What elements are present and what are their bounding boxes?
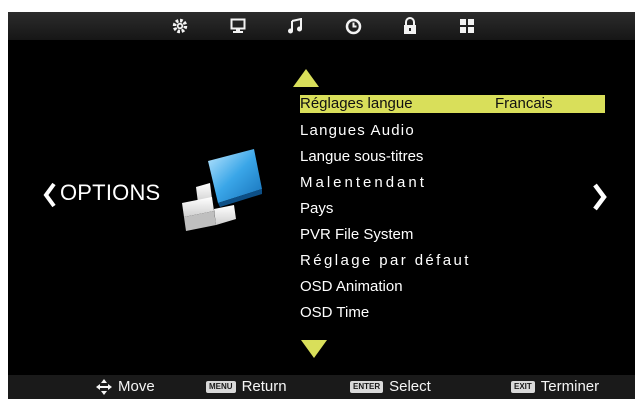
menu-item-label: Langue sous-titres <box>300 148 424 165</box>
hint-exit: EXIT Terminer <box>511 378 599 395</box>
select-label: Select <box>389 378 431 395</box>
grid-icon[interactable] <box>457 16 477 36</box>
menu-item-label: OSD Animation <box>300 278 403 295</box>
menu-item-label: Malentendant <box>300 174 427 191</box>
hint-move: Move <box>96 378 155 395</box>
hint-return: MENU Return <box>206 378 287 395</box>
menu-item-label: Réglage par défaut <box>300 252 471 269</box>
options-cube-logo-icon <box>182 149 262 231</box>
clock-icon[interactable] <box>343 16 363 36</box>
lock-icon[interactable] <box>400 16 420 36</box>
menu-item-label: Pays <box>300 200 334 217</box>
osd-screen: OPTIONS Réglages langue Francais Langues… <box>8 12 635 375</box>
exit-label: Terminer <box>540 378 600 395</box>
menu-item-audio-languages[interactable]: Langues Audio <box>300 122 415 140</box>
enter-key-icon: ENTER <box>350 380 384 393</box>
menu-item-subtitle-language[interactable]: Langue sous-titres <box>300 148 423 166</box>
return-label: Return <box>241 378 287 395</box>
menu-item-default-settings[interactable]: Réglage par défaut <box>300 252 471 270</box>
hint-select: ENTER Select <box>350 378 431 395</box>
help-bar: Move MENU Return ENTER Select EXIT Termi… <box>8 375 635 399</box>
scroll-up-arrow-icon[interactable] <box>292 68 320 88</box>
menu-item-value: Francais <box>495 95 553 112</box>
menu-item-osd-animation[interactable]: OSD Animation <box>300 278 403 296</box>
tv-osd-frame: OPTIONS Réglages langue Francais Langues… <box>0 0 638 399</box>
menu-item-pvr-file-system[interactable]: PVR File System <box>300 226 413 244</box>
next-page-chevron-icon[interactable] <box>592 182 608 212</box>
previous-page-chevron-icon[interactable] <box>43 182 57 208</box>
menu-key-icon: MENU <box>206 380 236 393</box>
section-title: OPTIONS <box>60 180 161 205</box>
menu-item-language-settings[interactable]: Réglages langue Francais <box>300 95 605 113</box>
four-way-arrow-icon <box>96 378 112 395</box>
menu-item-country[interactable]: Pays <box>300 200 333 218</box>
scroll-down-arrow-icon[interactable] <box>300 339 328 359</box>
menu-item-osd-time[interactable]: OSD Time <box>300 304 369 322</box>
music-note-icon[interactable] <box>285 16 305 36</box>
setup-gear-icon[interactable] <box>170 16 190 36</box>
category-bar <box>8 12 635 40</box>
menu-item-label: Réglages langue <box>300 95 413 112</box>
menu-item-hearing-impaired[interactable]: Malentendant <box>300 174 427 192</box>
move-label: Move <box>118 378 155 395</box>
menu-item-label: Langues Audio <box>300 122 415 139</box>
menu-item-label: PVR File System <box>300 226 414 243</box>
menu-item-label: OSD Time <box>300 304 370 321</box>
exit-key-icon: EXIT <box>511 380 535 393</box>
monitor-icon[interactable] <box>228 16 248 36</box>
